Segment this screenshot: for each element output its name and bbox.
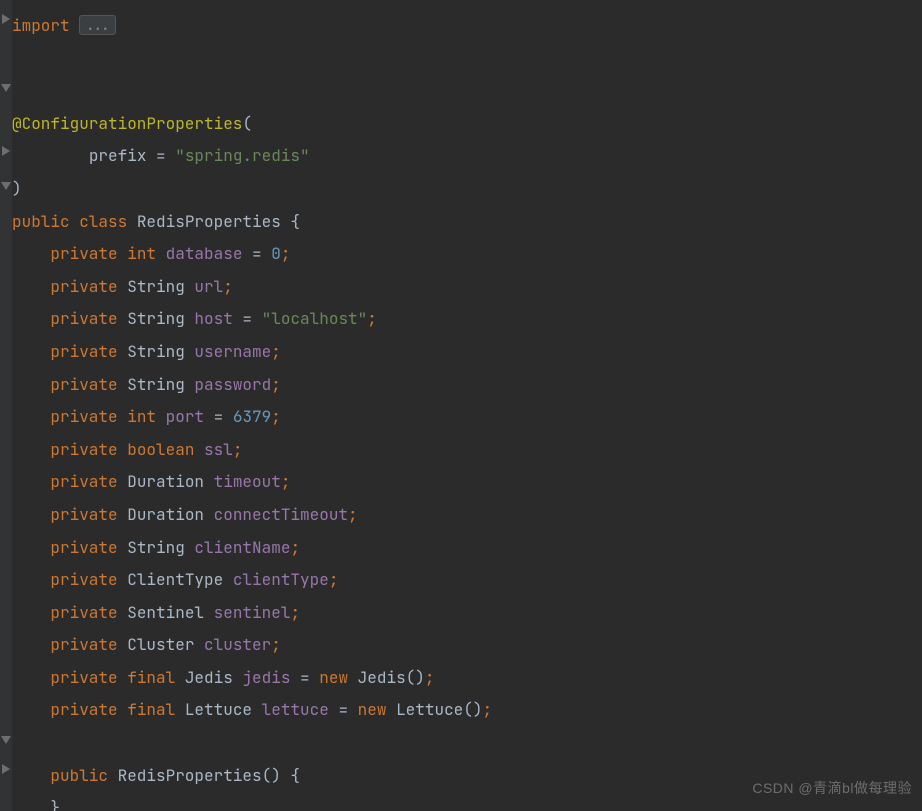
folded-region[interactable]: ...: [79, 15, 116, 35]
code-line: public RedisProperties() {: [12, 765, 300, 786]
fold-marker-icon[interactable]: [1, 736, 11, 744]
code-line: private String clientName;: [12, 537, 300, 558]
code-line: import ...: [12, 15, 116, 36]
code-line: private Sentinel sentinel;: [12, 602, 300, 623]
fold-marker-icon[interactable]: [2, 146, 10, 156]
string-literal: "spring.redis": [175, 145, 309, 166]
keyword-import: import: [12, 15, 70, 36]
code-area[interactable]: import ... @ConfigurationProperties( pre…: [12, 10, 922, 811]
fold-marker-icon[interactable]: [2, 764, 10, 774]
constructor-name: RedisProperties: [118, 765, 262, 786]
code-line: private final Lettuce lettuce = new Lett…: [12, 699, 492, 720]
code-line: prefix = "spring.redis": [12, 145, 310, 166]
code-line: private String url;: [12, 276, 233, 297]
code-editor[interactable]: import ... @ConfigurationProperties( pre…: [0, 0, 922, 811]
class-name: RedisProperties: [137, 211, 291, 232]
fold-marker-icon[interactable]: [1, 84, 11, 92]
fold-marker-icon[interactable]: [2, 14, 10, 24]
code-line: @ConfigurationProperties(: [12, 113, 252, 134]
code-line: private Duration timeout;: [12, 471, 290, 492]
code-line: private final Jedis jedis = new Jedis();: [12, 667, 434, 688]
code-line: private ClientType clientType;: [12, 569, 338, 590]
code-line: private int port = 6379;: [12, 406, 281, 427]
annotation: @ConfigurationProperties: [12, 113, 242, 134]
code-line: private String password;: [12, 374, 281, 395]
fold-marker-icon[interactable]: [1, 182, 11, 190]
code-line: public class RedisProperties {: [12, 211, 300, 232]
code-line: private String username;: [12, 341, 281, 362]
code-line: }: [12, 797, 60, 811]
code-line: ): [12, 178, 22, 199]
code-line: private Duration connectTimeout;: [12, 504, 358, 525]
code-line: private boolean ssl;: [12, 439, 242, 460]
gutter: [0, 0, 12, 811]
code-line: private Cluster cluster;: [12, 634, 281, 655]
code-line: private int database = 0;: [12, 243, 290, 264]
code-line: private String host = "localhost";: [12, 308, 377, 329]
